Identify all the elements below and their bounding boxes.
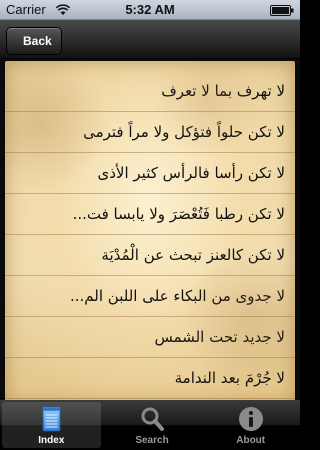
- list-item[interactable]: لا جدوى من البكاء على اللبن الم...: [5, 276, 295, 317]
- content-area[interactable]: لا تهرف بما لا تعرف لا تكن حلواً فتؤكل و…: [0, 59, 300, 400]
- battery-icon: [270, 5, 294, 16]
- tab-index-label: Index: [38, 435, 65, 446]
- proverb-list[interactable]: لا تهرف بما لا تعرف لا تكن حلواً فتؤكل و…: [5, 71, 295, 399]
- back-button-label: Back: [23, 34, 52, 48]
- back-button[interactable]: Back: [6, 27, 62, 55]
- list-item[interactable]: لا جديد تحت الشمس: [5, 317, 295, 358]
- list-item[interactable]: لا تهرف بما لا تعرف: [5, 71, 295, 112]
- status-bar: Carrier 5:32 AM: [0, 0, 300, 20]
- tab-about[interactable]: About: [201, 400, 300, 450]
- navigation-bar: Back: [0, 20, 300, 59]
- tab-search[interactable]: Search: [103, 400, 202, 450]
- tab-index[interactable]: Index: [2, 402, 101, 448]
- tab-bar: Index Search About: [0, 400, 300, 450]
- notepad-icon: [42, 406, 61, 432]
- paper-background: لا تهرف بما لا تعرف لا تكن حلواً فتؤكل و…: [5, 61, 295, 400]
- tab-about-label: About: [236, 435, 266, 446]
- list-item[interactable]: لا تكن حلواً فتؤكل ولا مراً فترمى: [5, 112, 295, 153]
- list-item[interactable]: لا تكن كالعنز تبحث عن الْمُدْيَة: [5, 235, 295, 276]
- magnifier-icon: [141, 407, 164, 431]
- tab-search-label: Search: [135, 435, 169, 446]
- list-item[interactable]: لا تكن رطبا فَتُعْصَرَ ولا يابسا فت...: [5, 194, 295, 235]
- clock: 5:32 AM: [125, 2, 175, 17]
- list-item[interactable]: لا جُرْمَ بعد الندامة: [5, 358, 295, 399]
- list-item[interactable]: لا تكن رأسا فالرأس كثير الأذى: [5, 153, 295, 194]
- info-icon: [238, 407, 263, 431]
